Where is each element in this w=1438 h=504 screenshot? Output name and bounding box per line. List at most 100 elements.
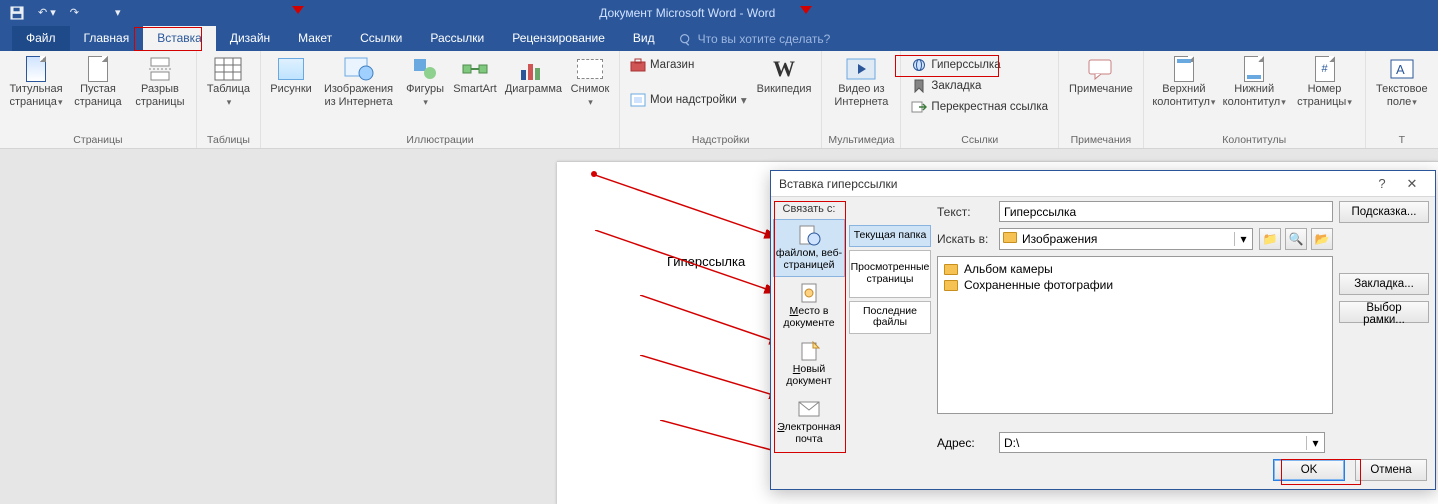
- annotation-arrow-icon: [292, 6, 304, 14]
- smartart-button[interactable]: SmartArt: [450, 53, 500, 98]
- save-icon[interactable]: [10, 6, 24, 20]
- page-break-button[interactable]: Разрыв страницы: [130, 53, 190, 110]
- title-bar: ↶ ▾ ↷ ▾ Документ Microsoft Word - Word: [0, 0, 1438, 25]
- my-addins-button[interactable]: Мои надстройки ▾: [626, 90, 751, 110]
- cover-page-icon: [21, 55, 51, 83]
- ribbon-insert: Титульная страница Пустая страница Разры…: [0, 51, 1438, 149]
- folder-icon: [1000, 232, 1020, 246]
- tab-review[interactable]: Рецензирование: [498, 26, 619, 51]
- search-web-icon: 🔍: [1289, 232, 1304, 246]
- smartart-icon: [460, 55, 490, 83]
- annotation-arrow-icon: [800, 6, 812, 14]
- bookmark-button[interactable]: Закладка: [907, 76, 1052, 96]
- text-box-button[interactable]: A Текстовое поле: [1372, 53, 1432, 110]
- wikipedia-button[interactable]: W Википедия: [753, 53, 816, 98]
- list-item[interactable]: Альбом камеры: [944, 261, 1326, 277]
- lookin-combo[interactable]: Изображения ▾: [999, 228, 1253, 250]
- ribbon-tabs: Файл Главная Вставка Дизайн Макет Ссылки…: [0, 25, 1438, 51]
- comment-button[interactable]: Примечание: [1065, 53, 1137, 98]
- crossref-button[interactable]: Перекрестная ссылка: [907, 97, 1052, 117]
- target-frame-button[interactable]: Выбор рамки...: [1339, 301, 1429, 323]
- chevron-down-icon[interactable]: ▾: [1306, 436, 1324, 450]
- dialog-center: Текст: Искать в: Изображения ▾ 📁 🔍 📂 Аль…: [933, 197, 1337, 453]
- text-input[interactable]: [999, 201, 1333, 222]
- crossref-icon: [911, 99, 927, 115]
- dialog-title: Вставка гиперссылки: [779, 177, 1367, 191]
- up-folder-icon: 📁: [1263, 232, 1278, 246]
- addins-icon: [630, 92, 646, 108]
- blank-page-icon: [83, 55, 113, 83]
- online-video-button[interactable]: Видео из Интернета: [828, 53, 894, 110]
- redo-icon[interactable]: ↷: [70, 6, 79, 19]
- online-pictures-button[interactable]: Изображения из Интернета: [317, 53, 400, 110]
- chevron-down-icon[interactable]: ▾: [1234, 232, 1252, 246]
- insert-hyperlink-dialog: Вставка гиперссылки ? ✕ Связать с: файло…: [770, 170, 1436, 490]
- store-button[interactable]: Магазин: [626, 55, 751, 75]
- header-button[interactable]: Верхний колонтитул: [1150, 53, 1218, 110]
- undo-icon[interactable]: ↶ ▾: [38, 6, 56, 19]
- screentip-button[interactable]: Подсказка...: [1339, 201, 1429, 223]
- address-combo[interactable]: D:\ ▾: [999, 432, 1325, 453]
- page-number-button[interactable]: # Номер страницы: [1290, 53, 1358, 110]
- pictures-button[interactable]: Рисунки: [267, 53, 315, 98]
- lookin-value: Изображения: [1020, 232, 1234, 246]
- text-box-icon: A: [1387, 55, 1417, 83]
- table-icon: [213, 55, 243, 83]
- tab-layout[interactable]: Макет: [284, 26, 346, 51]
- dialog-right-buttons: Подсказка... Закладка... Выбор рамки...: [1337, 197, 1435, 453]
- cover-page-button[interactable]: Титульная страница: [6, 53, 66, 110]
- group-label: Колонтитулы: [1222, 133, 1286, 148]
- footer-icon: [1239, 55, 1269, 83]
- picture-icon: [276, 55, 306, 83]
- tab-design[interactable]: Дизайн: [216, 26, 284, 51]
- up-folder-button[interactable]: 📁: [1259, 228, 1281, 250]
- video-icon: [846, 55, 876, 83]
- text-label: Текст:: [937, 205, 993, 219]
- tab-file[interactable]: Файл: [12, 26, 70, 51]
- browse-browsed-pages[interactable]: Просмотренные страницы: [849, 250, 931, 298]
- dialog-titlebar: Вставка гиперссылки ? ✕: [771, 171, 1435, 197]
- lookin-label: Искать в:: [937, 232, 993, 246]
- tab-view[interactable]: Вид: [619, 26, 669, 51]
- list-item[interactable]: Сохраненные фотографии: [944, 277, 1326, 293]
- shapes-button[interactable]: Фигуры: [402, 53, 448, 110]
- qat-customize-icon[interactable]: ▾: [115, 6, 121, 19]
- address-value: D:\: [1000, 436, 1306, 450]
- table-button[interactable]: Таблица: [203, 53, 254, 110]
- blank-page-button[interactable]: Пустая страница: [68, 53, 128, 110]
- quick-access-toolbar: ↶ ▾ ↷ ▾: [4, 6, 121, 20]
- address-row: Адрес: D:\ ▾: [937, 432, 1325, 453]
- group-comments: Примечание Примечания: [1059, 51, 1144, 148]
- tell-me-search[interactable]: Что вы хотите сделать?: [669, 27, 841, 51]
- browse-web-button[interactable]: 🔍: [1285, 228, 1307, 250]
- group-label: Таблицы: [207, 133, 250, 148]
- group-label: Страницы: [73, 133, 122, 148]
- browse-file-button[interactable]: 📂: [1311, 228, 1333, 250]
- browse-column: Текущая папка Просмотренные страницы Пос…: [847, 197, 933, 453]
- folder-list[interactable]: Альбом камеры Сохраненные фотографии: [937, 256, 1333, 414]
- open-folder-icon: 📂: [1315, 232, 1330, 246]
- shapes-icon: [410, 55, 440, 83]
- browse-current-folder[interactable]: Текущая папка: [849, 225, 931, 247]
- tab-mailings[interactable]: Рассылки: [416, 26, 498, 51]
- group-pages: Титульная страница Пустая страница Разры…: [0, 51, 197, 148]
- bookmark-button[interactable]: Закладка...: [1339, 273, 1429, 295]
- tab-home[interactable]: Главная: [70, 26, 144, 51]
- footer-button[interactable]: Нижний колонтитул: [1220, 53, 1288, 110]
- group-label: Т: [1399, 133, 1405, 148]
- group-media: Видео из Интернета Мультимедиа: [822, 51, 901, 148]
- group-illustrations: Рисунки Изображения из Интернета Фигуры …: [261, 51, 620, 148]
- browse-recent-files[interactable]: Последние файлы: [849, 301, 931, 334]
- annotation-box: [134, 27, 202, 51]
- cancel-button[interactable]: Отмена: [1355, 459, 1427, 481]
- screenshot-button[interactable]: Снимок: [567, 53, 613, 110]
- annotation-box: [895, 55, 999, 77]
- tab-references[interactable]: Ссылки: [346, 26, 416, 51]
- window-title: Документ Microsoft Word - Word: [121, 6, 1254, 20]
- bookmark-icon: [911, 78, 927, 94]
- folder-icon: [944, 264, 958, 275]
- chart-button[interactable]: Диаграмма: [502, 53, 565, 98]
- page-number-icon: #: [1310, 55, 1340, 83]
- close-button[interactable]: ✕: [1397, 176, 1427, 192]
- help-button[interactable]: ?: [1367, 176, 1397, 191]
